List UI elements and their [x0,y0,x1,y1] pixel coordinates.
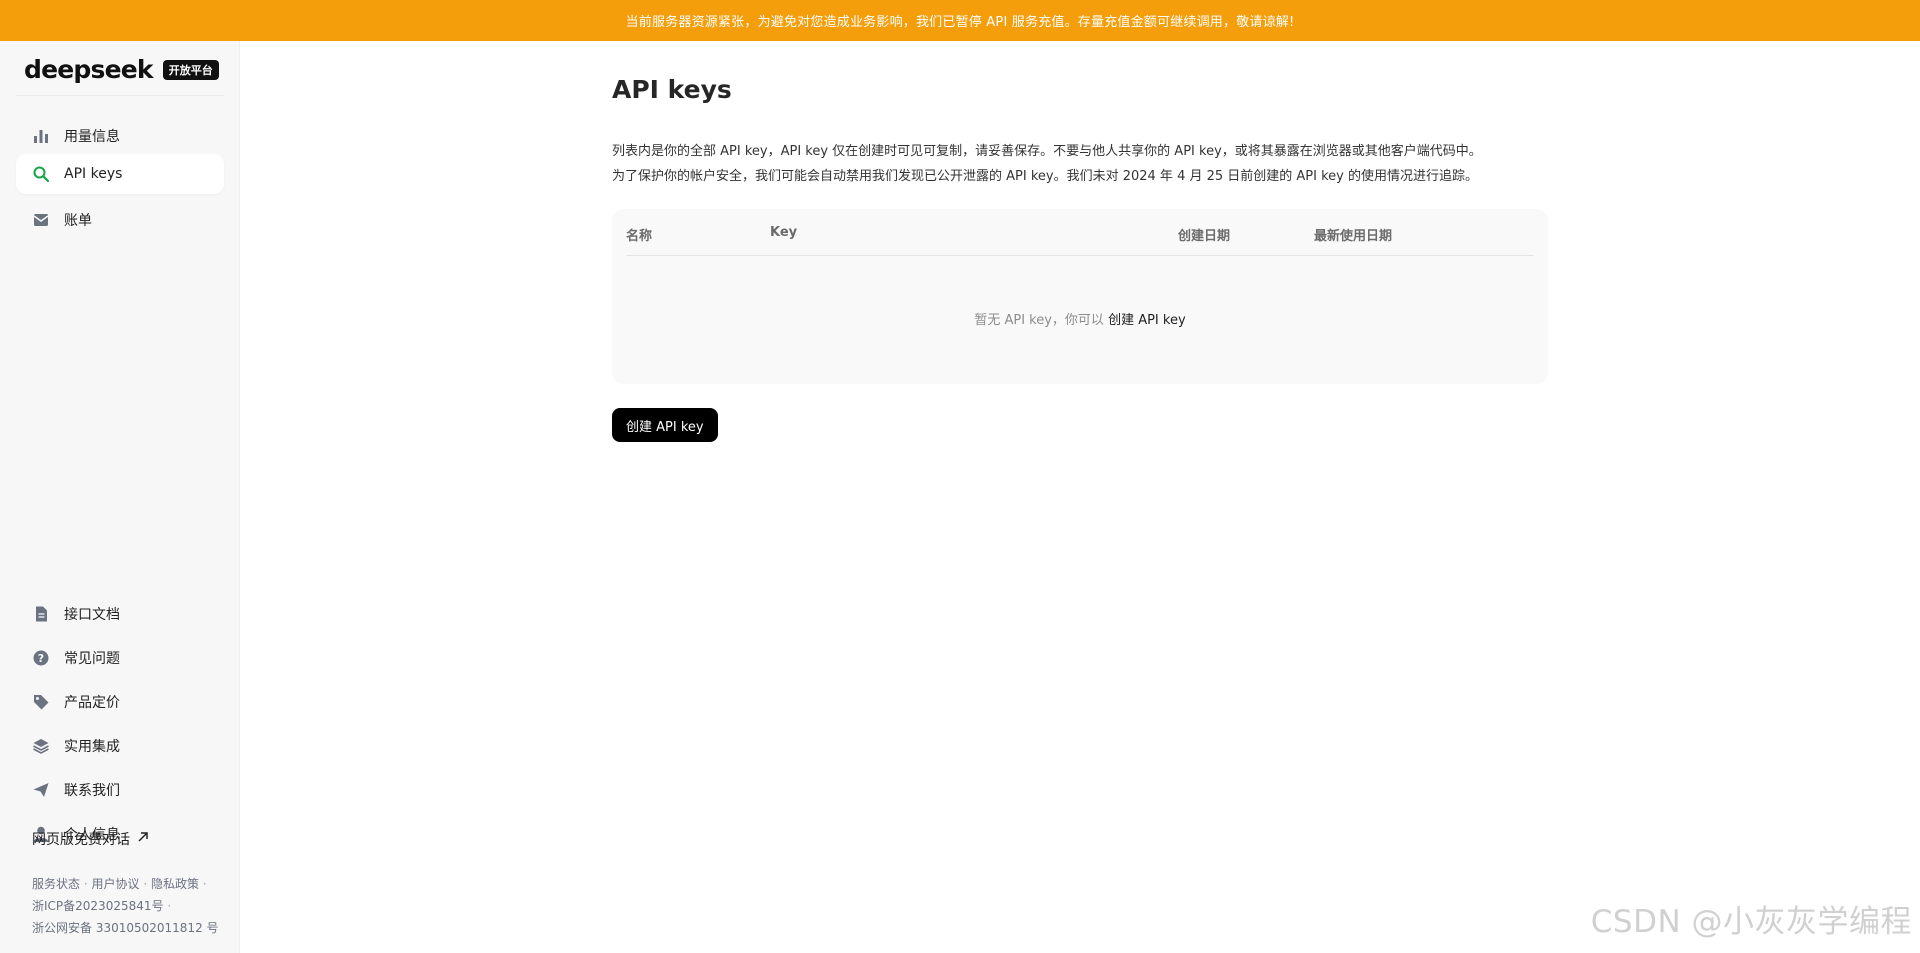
police-record-link[interactable]: 浙公网安备 33010502011812 号 [32,921,219,935]
sidebar-item-label: 产品定价 [64,695,120,711]
sidebar-item-usage[interactable]: 用量信息 [16,116,224,156]
sidebar-item-label: API keys [64,166,123,182]
notice-banner: 当前服务器资源紧张，为避免对您造成业务影响，我们已暂停 API 服务充值。存量充… [0,0,1920,41]
empty-state: 暂无 API key，你可以 创建 API key [612,309,1548,328]
column-header-last-used: 最新使用日期 [1314,229,1393,244]
sidebar-item-label: 用量信息 [64,129,120,145]
send-icon [32,781,50,799]
column-header-created: 创建日期 [1178,229,1231,244]
sidebar-item-label: 账单 [64,213,92,229]
sidebar: deepseek 开放平台 用量信息 API keys 账单 接口文档 ? 常见… [0,41,240,953]
create-api-key-button[interactable]: 创建 API key [612,408,718,442]
page-title: API keys [612,75,732,104]
sidebar-item-api-keys[interactable]: API keys [16,154,224,194]
platform-badge: 开放平台 [162,59,219,80]
watermark: CSDN @小灰灰学编程 [1590,904,1912,940]
service-status-link[interactable]: 服务状态 [32,877,80,891]
sidebar-item-faq[interactable]: ? 常见问题 [16,638,224,678]
document-icon [32,605,50,623]
web-chat-link[interactable]: 网页版免费对话 [32,829,150,849]
page-description: 列表内是你的全部 API key，API key 仅在创建时可见可复制，请妥善保… [612,139,1552,189]
description-line-1: 列表内是你的全部 API key，API key 仅在创建时可见可复制，请妥善保… [612,144,1482,159]
empty-state-create-link[interactable]: 创建 API key [1108,313,1186,328]
column-header-name: 名称 [626,229,653,244]
logo-text: deepseek [24,55,154,84]
external-link-icon [136,830,150,848]
table-header: 名称 Key 创建日期 最新使用日期 [626,209,1534,256]
tag-icon [32,693,50,711]
api-keys-table: 名称 Key 创建日期 最新使用日期 暂无 API key，你可以 创建 API… [612,209,1548,384]
description-line-2: 为了保护你的帐户安全，我们可能会自动禁用我们发现已公开泄露的 API key。我… [612,169,1478,184]
bar-chart-icon [32,127,50,145]
column-header-key: Key [770,225,798,240]
web-chat-label: 网页版免费对话 [32,832,130,848]
sidebar-item-billing[interactable]: 账单 [16,200,224,240]
svg-text:?: ? [38,652,44,665]
sidebar-item-label: 联系我们 [64,783,120,799]
footer-links: 服务状态 · 用户协议 · 隐私政策 · 浙ICP备2023025841号 · … [32,877,219,935]
sidebar-item-label: 实用集成 [64,739,120,755]
sidebar-item-label: 接口文档 [64,607,120,623]
question-icon: ? [32,649,50,667]
sidebar-item-integrations[interactable]: 实用集成 [16,726,224,766]
logo[interactable]: deepseek 开放平台 [24,55,219,84]
sidebar-item-contact[interactable]: 联系我们 [16,770,224,810]
sidebar-item-api-docs[interactable]: 接口文档 [16,594,224,634]
empty-state-text: 暂无 API key，你可以 [974,313,1104,328]
logo-divider [16,95,224,96]
icp-record-link[interactable]: 浙ICP备2023025841号 [32,899,164,913]
privacy-policy-link[interactable]: 隐私政策 [151,877,199,891]
search-icon [32,165,50,183]
notice-banner-text: 当前服务器资源紧张，为避免对您造成业务影响，我们已暂停 API 服务充值。存量充… [625,15,1295,30]
layers-icon [32,737,50,755]
sidebar-item-pricing[interactable]: 产品定价 [16,682,224,722]
user-agreement-link[interactable]: 用户协议 [91,877,139,891]
sidebar-item-label: 常见问题 [64,651,120,667]
bill-icon [32,211,50,229]
